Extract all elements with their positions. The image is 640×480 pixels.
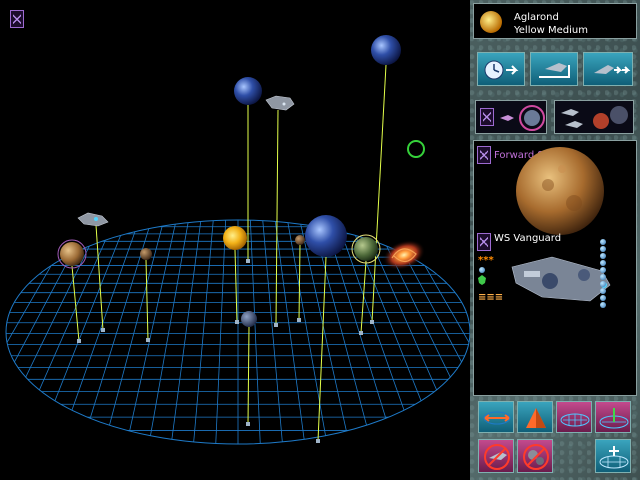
stalk-base-marker (359, 331, 363, 335)
gas-giant-planet[interactable] (371, 35, 401, 65)
shield-pip (600, 239, 606, 245)
shield-pip (600, 274, 606, 280)
clock-advance-icon (484, 60, 519, 80)
starmap-viewport[interactable] (0, 0, 470, 480)
planet-orbit-slot[interactable] (475, 100, 547, 134)
shield-pip (600, 295, 606, 301)
stalk-base-marker (77, 339, 81, 343)
grid-flat-icon (560, 413, 590, 427)
hide-planets-button[interactable] (517, 439, 553, 473)
end-turn-button[interactable] (477, 52, 525, 86)
starship[interactable] (77, 212, 109, 227)
tilt-cone-icon (526, 408, 546, 428)
moon[interactable] (140, 248, 152, 260)
grid-axis-button[interactable] (595, 401, 631, 433)
planet-portrait (516, 147, 604, 235)
shield-pip (600, 260, 606, 266)
moon[interactable] (295, 235, 305, 245)
selection-reticle[interactable] (407, 140, 425, 158)
stalk-base-marker (316, 439, 320, 443)
game-screen: Aglarond Yellow Medium Forward Station W… (0, 0, 640, 480)
altitude-stalk (360, 260, 367, 334)
ship-portrait (511, 256, 611, 302)
terran-planet[interactable] (354, 237, 378, 261)
fleet-travel-button[interactable] (583, 52, 633, 86)
no-planets-icon (523, 444, 549, 470)
ship-rank: *** (478, 255, 494, 266)
orbit-menu-icon[interactable] (480, 108, 494, 126)
starmap-canvas[interactable] (0, 0, 470, 480)
grid-axis-icon (599, 408, 629, 429)
gas-giant-planet[interactable] (305, 215, 347, 257)
shield-pip (600, 246, 606, 252)
shield-pip (600, 267, 606, 273)
altitude-stalk (145, 259, 149, 341)
gas-giant-planet[interactable] (234, 77, 262, 105)
fleet-move-button[interactable] (530, 52, 578, 86)
rotate-arrows-icon (483, 411, 511, 425)
stalk-base-marker (370, 320, 374, 324)
ship-menu-icon[interactable] (477, 233, 491, 251)
star-name: Aglarond (514, 12, 559, 23)
hide-ships-button[interactable] (478, 439, 514, 473)
no-ships-icon (484, 444, 510, 470)
tilt-view-button[interactable] (517, 401, 553, 433)
desert-planet[interactable] (60, 242, 84, 266)
grid-flat-button[interactable] (556, 401, 592, 433)
shield-icon (479, 267, 485, 273)
attack-ships-icon (561, 106, 628, 129)
asteroid-body[interactable] (241, 311, 257, 327)
altitude-stalk (298, 244, 301, 321)
altitude-stalks (71, 64, 387, 443)
view-menu-icon[interactable] (10, 10, 24, 28)
shield-pip (600, 281, 606, 287)
nebula-object[interactable] (379, 234, 430, 275)
shield-pip (600, 288, 606, 294)
control-panel: Aglarond Yellow Medium Forward Station W… (470, 0, 640, 480)
zoom-view-button[interactable] (595, 439, 631, 473)
stalk-base-marker (274, 323, 278, 327)
sun-icon (480, 11, 502, 33)
stalk-base-marker (246, 259, 250, 263)
star-info-box: Aglarond Yellow Medium (473, 3, 637, 39)
planet-menu-icon[interactable] (477, 146, 491, 164)
shield-pip (600, 302, 606, 308)
attack-slot[interactable] (554, 100, 634, 134)
ship-ammo: ≡≡≡ (478, 292, 504, 303)
shield-pip (600, 253, 606, 259)
info-viewer: Forward Station WS Vanguard *** ≡≡≡ (473, 140, 637, 396)
fleet-move-icon (539, 63, 570, 78)
shield-green-icon (478, 275, 486, 285)
altitude-stalk (247, 326, 250, 425)
star-type: Yellow Medium (514, 25, 588, 36)
rotate-view-button[interactable] (478, 401, 514, 433)
sun-star[interactable] (223, 226, 247, 250)
stalk-base-marker (235, 320, 239, 324)
stalk-base-marker (246, 422, 250, 426)
ships-fast-icon (594, 65, 631, 74)
altitude-stalk (234, 249, 238, 323)
zoom-grid-icon (599, 446, 629, 469)
stalk-base-marker (101, 328, 105, 332)
stalk-base-marker (146, 338, 150, 342)
starship[interactable] (265, 95, 295, 111)
stalk-base-marker (297, 318, 301, 322)
